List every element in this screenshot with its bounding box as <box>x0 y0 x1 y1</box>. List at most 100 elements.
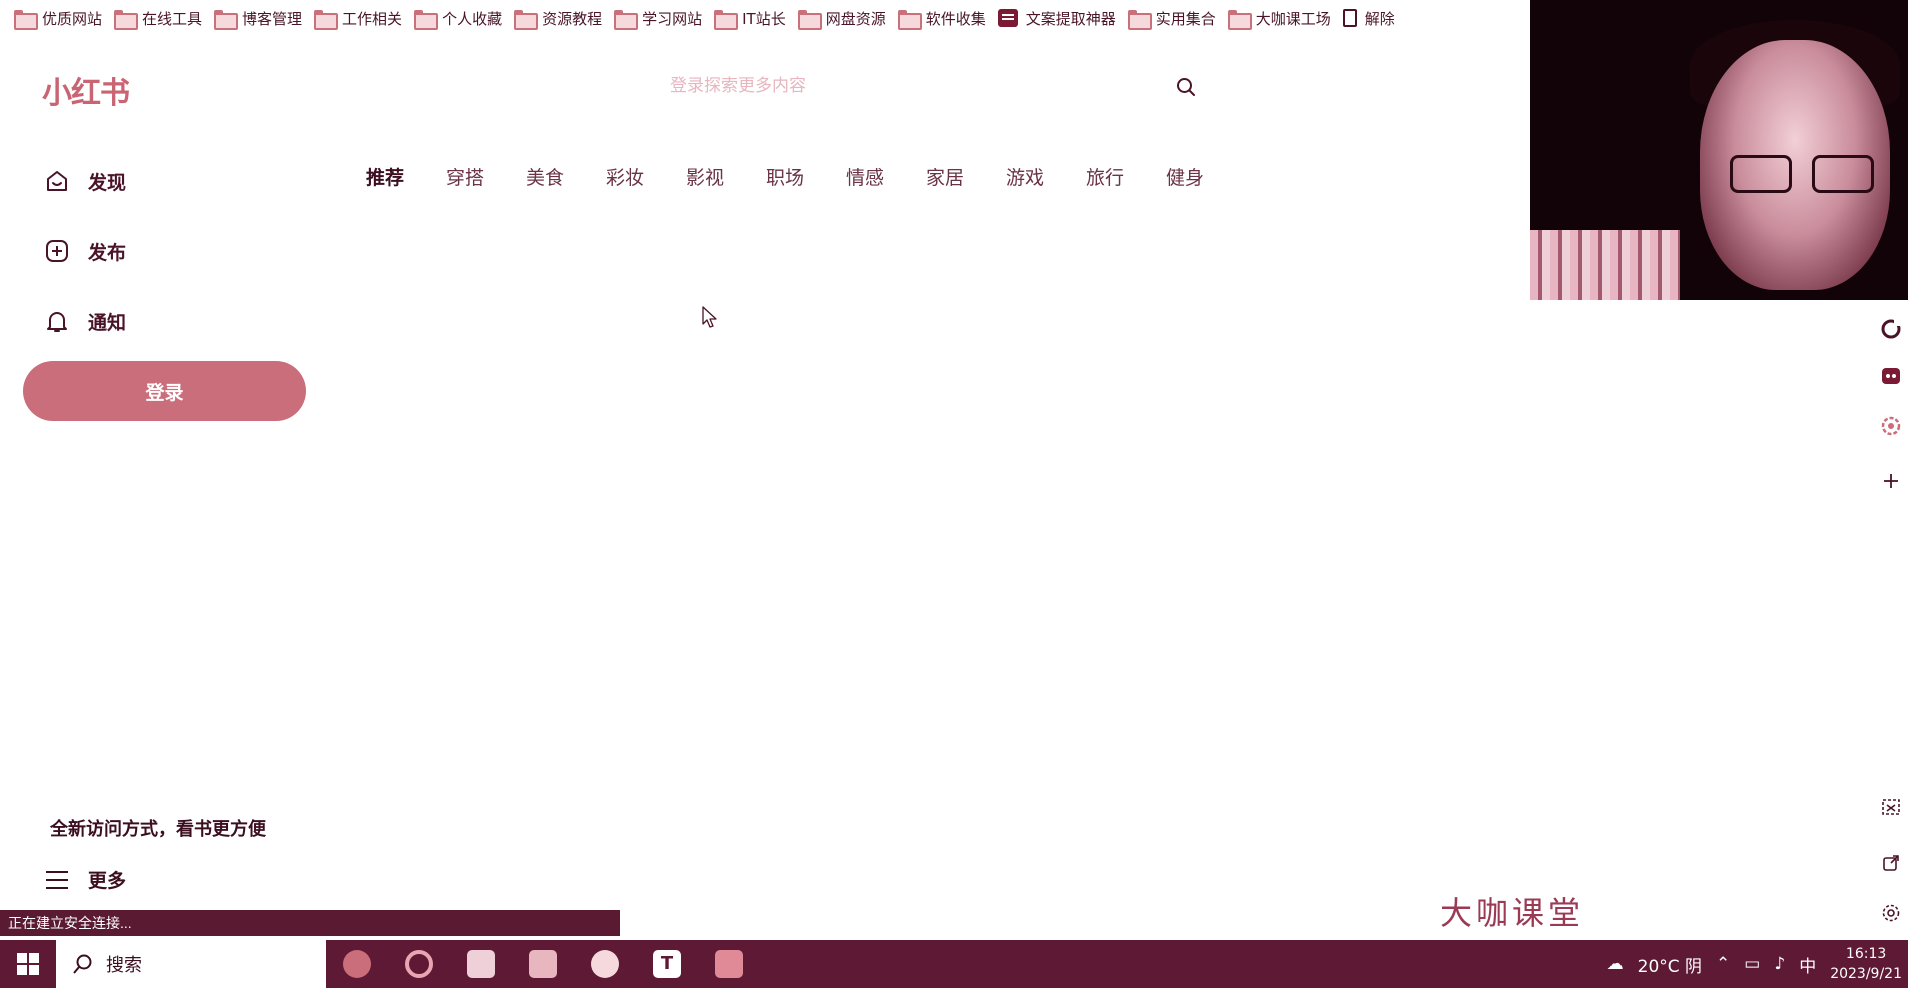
tab-movies[interactable]: 影视 <box>686 163 766 193</box>
glasses-icon <box>1812 155 1874 193</box>
bookmark-label: IT站长 <box>742 9 786 28</box>
bookmark-item[interactable]: 文案提取神器 <box>997 0 1128 36</box>
tab-makeup[interactable]: 彩妆 <box>606 163 686 193</box>
folder-icon <box>514 10 539 30</box>
home-icon <box>47 171 67 191</box>
taskbar-app[interactable] <box>388 940 450 988</box>
screenshot-icon[interactable] <box>1880 796 1902 818</box>
bookmark-item[interactable]: 在线工具 <box>114 0 214 36</box>
taskbar-search[interactable]: 搜索 <box>56 940 326 988</box>
taskbar-app[interactable] <box>574 940 636 988</box>
watermark-logo: 大咖课堂 <box>1440 894 1585 932</box>
weather-label[interactable]: 20°C 阴 <box>1638 952 1702 977</box>
bookmark-label: 资源教程 <box>542 9 603 28</box>
bookshelf-image <box>1530 230 1680 300</box>
tab-emotion[interactable]: 情感 <box>846 163 926 193</box>
bookmark-item[interactable]: 学习网站 <box>614 0 714 36</box>
bookmark-item[interactable]: 工作相关 <box>314 0 414 36</box>
tab-fitness[interactable]: 健身 <box>1166 163 1246 193</box>
edge-beta-icon <box>343 950 371 978</box>
search-box <box>650 66 1210 106</box>
start-button[interactable] <box>0 940 56 988</box>
tab-outfit[interactable]: 穿搭 <box>446 163 526 193</box>
bookmark-item[interactable]: 实用集合 <box>1127 0 1228 36</box>
sidebar-item-publish[interactable]: 发布 <box>44 229 126 273</box>
glasses-icon <box>1730 155 1792 193</box>
bookmark-label: 大咖课工场 <box>1255 9 1331 28</box>
mouse-cursor-icon <box>702 306 717 328</box>
bookmark-item[interactable]: 大咖课工场 <box>1227 0 1343 36</box>
bookmark-item[interactable]: 博客管理 <box>214 0 314 36</box>
bookmark-label: 学习网站 <box>642 9 703 28</box>
folder-icon <box>114 10 139 30</box>
bookmark-label: 实用集合 <box>1155 9 1216 28</box>
network-icon[interactable]: ▭ <box>1744 954 1760 974</box>
browser-icon <box>405 950 433 978</box>
login-button[interactable]: 登录 <box>23 361 306 421</box>
bookmarks-bar: 优质网站 在线工具 博客管理 工作相关 个人收藏 资源教程 学习网站 IT站长 … <box>0 0 1530 36</box>
site-logo[interactable]: 小红书 <box>42 68 130 112</box>
folder-icon <box>414 10 439 30</box>
tab-home[interactable]: 家居 <box>926 163 1006 193</box>
chevron-up-icon[interactable]: ⌃ <box>1716 954 1730 974</box>
folder-icon <box>1127 10 1152 30</box>
add-icon[interactable] <box>1880 470 1902 492</box>
webcam-overlay <box>1530 0 1908 300</box>
more-menu[interactable]: 更多 <box>46 866 126 893</box>
refresh-circle-icon[interactable] <box>1880 318 1902 340</box>
weather-icon: ☁ <box>1606 954 1624 974</box>
taskbar-app[interactable] <box>450 940 512 988</box>
volume-icon[interactable]: ♪ <box>1774 954 1785 974</box>
taskbar-clock[interactable]: 16:13 2023/9/21 <box>1830 944 1902 984</box>
bookmark-label: 文案提取神器 <box>1025 9 1116 28</box>
app-icon <box>997 9 1018 27</box>
bookmark-item[interactable]: 个人收藏 <box>414 0 514 36</box>
bookmark-item[interactable]: 优质网站 <box>14 0 114 36</box>
promo-text[interactable]: 全新访问方式，看书更方便 <box>50 815 266 841</box>
sidebar-item-label: 通知 <box>88 311 127 334</box>
settings-gear-icon[interactable] <box>1880 902 1902 924</box>
folder-icon <box>14 10 38 30</box>
folder-icon <box>614 10 639 30</box>
sidebar-item-notify[interactable]: 通知 <box>44 299 126 343</box>
clock-date: 2023/9/21 <box>1830 966 1902 982</box>
windows-logo-icon <box>17 953 39 975</box>
folder-icon <box>715 950 743 978</box>
bookmark-item[interactable]: 软件收集 <box>897 0 998 36</box>
folder-icon <box>1227 10 1252 30</box>
bookmark-item[interactable]: 资源教程 <box>514 0 614 36</box>
image-editor-icon <box>529 950 557 978</box>
bookmark-label: 个人收藏 <box>442 9 503 28</box>
tab-career[interactable]: 职场 <box>766 163 846 193</box>
bookmark-label: 工作相关 <box>342 9 403 28</box>
external-link-icon[interactable] <box>1880 852 1902 874</box>
bookmark-label: 在线工具 <box>142 9 203 28</box>
system-tray: ☁ 20°C 阴 ⌃ ▭ ♪ 中 16:13 2023/9/21 <box>1607 940 1902 988</box>
browser-status-bar: 正在建立安全连接... <box>0 910 620 936</box>
bookmark-label: 博客管理 <box>242 9 303 28</box>
tab-food[interactable]: 美食 <box>526 163 606 193</box>
folder-icon <box>797 10 822 30</box>
tab-travel[interactable]: 旅行 <box>1086 163 1166 193</box>
more-label: 更多 <box>88 870 127 892</box>
bookmark-label: 网盘资源 <box>825 9 886 28</box>
typora-icon: T <box>653 950 681 978</box>
taskbar-app[interactable] <box>512 940 574 988</box>
bookmark-label: 软件收集 <box>925 9 986 28</box>
taskbar-search-label: 搜索 <box>106 955 142 976</box>
taskbar-app[interactable]: T <box>636 940 698 988</box>
taskbar-app[interactable] <box>326 940 388 988</box>
sidebar-item-discover[interactable]: 发现 <box>44 159 126 203</box>
bookmark-item[interactable]: IT站长 <box>714 0 798 36</box>
search-input[interactable] <box>650 66 1210 106</box>
app-icon[interactable] <box>1880 365 1902 387</box>
bookmark-item[interactable]: 网盘资源 <box>797 0 898 36</box>
bookmark-item[interactable]: 解除 <box>1342 0 1407 36</box>
taskbar-app[interactable] <box>698 940 760 988</box>
search-icon[interactable] <box>1176 77 1196 97</box>
tab-recommend[interactable]: 推荐 <box>366 163 446 193</box>
sidebar-item-label: 发布 <box>88 241 127 264</box>
ime-indicator[interactable]: 中 <box>1799 952 1816 977</box>
flower-icon[interactable] <box>1880 415 1902 437</box>
tab-games[interactable]: 游戏 <box>1006 163 1086 193</box>
